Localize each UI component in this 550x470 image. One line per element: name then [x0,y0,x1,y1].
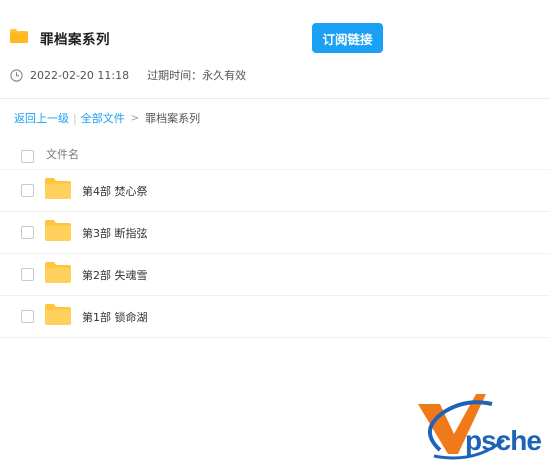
row-checkbox[interactable] [21,310,34,323]
file-name[interactable]: 第2部 失魂雪 [82,267,148,283]
subscribe-link-button[interactable]: 订阅链接 [312,23,383,53]
table-row[interactable]: 第3部 断指弦 [0,212,550,254]
share-meta: 2022-02-20 11:18 过期时间：永久有效 [10,68,246,82]
table-row[interactable]: 第1部 锁命湖 [0,296,550,338]
page-title: 罪档案系列 [40,32,110,48]
folder-icon [45,178,71,199]
breadcrumb-separator: | [73,111,77,125]
clock-icon [10,68,23,82]
divider [0,98,550,99]
breadcrumb-all-files-link[interactable]: 全部文件 [81,110,125,126]
column-header-filename: 文件名 [46,148,79,161]
breadcrumb-current: 罪档案系列 [145,112,201,125]
select-all-checkbox[interactable] [21,150,34,163]
folder-icon [45,220,71,241]
folder-icon [45,262,71,283]
file-name[interactable]: 第1部 锁命湖 [82,309,148,325]
share-date: 2022-02-20 11:18 [30,68,130,82]
file-name[interactable]: 第3部 断指弦 [82,225,148,241]
expire-time: 过期时间：永久有效 [147,69,247,82]
table-row[interactable]: 第4部 焚心祭 [0,170,550,212]
file-list-header: 文件名 [0,136,550,170]
folder-icon [45,304,71,325]
folder-icon [10,29,28,43]
table-row[interactable]: 第2部 失魂雪 [0,254,550,296]
row-checkbox[interactable] [21,184,34,197]
breadcrumb-arrow: > [130,112,140,124]
breadcrumb-back-link[interactable]: 返回上一级 [14,110,69,126]
row-checkbox[interactable] [21,226,34,239]
file-list: 文件名 第4部 焚心祭 第3部 断指弦 第2部 失魂雪 第1部 锁命湖 [0,136,550,338]
watermark-text: psche [465,425,542,456]
breadcrumb: 返回上一级 | 全部文件 > 罪档案系列 [14,110,200,126]
file-name[interactable]: 第4部 焚心祭 [82,183,148,199]
row-checkbox[interactable] [21,268,34,281]
